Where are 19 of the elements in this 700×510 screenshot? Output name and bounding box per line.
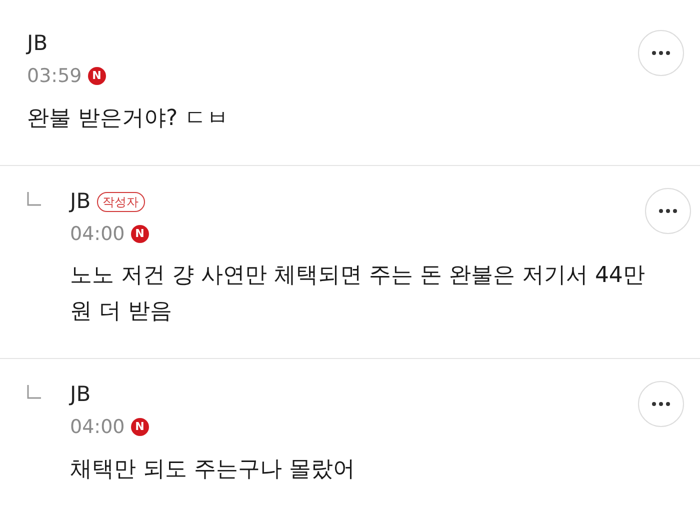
comment-time: 03:59 — [27, 64, 82, 89]
more-icon — [652, 402, 670, 406]
author-name: JB — [70, 381, 91, 408]
new-badge: N — [88, 67, 106, 86]
more-button[interactable] — [638, 381, 684, 427]
comment-time: 04:00 — [70, 415, 125, 440]
more-button[interactable] — [638, 30, 684, 76]
comment-text: 채택만 되도 주는구나 몰랐어 — [70, 456, 356, 484]
comment-time: 04:00 — [70, 222, 125, 246]
author-name: JB — [70, 188, 91, 215]
author-badge: 작성자 — [96, 192, 145, 212]
new-badge: N — [130, 224, 149, 243]
comment-text: 노노 저건 걍 사연만 체택되면 주는 돈 완불은 저기서 44만 원 더 받음 — [70, 262, 645, 326]
more-icon — [658, 208, 677, 212]
more-icon — [652, 51, 670, 55]
author-name: JB — [27, 30, 48, 58]
more-button[interactable] — [644, 188, 691, 234]
comment-text: 완불 받은거야? ㄷㅂ — [27, 104, 230, 132]
new-badge: N — [130, 418, 149, 436]
